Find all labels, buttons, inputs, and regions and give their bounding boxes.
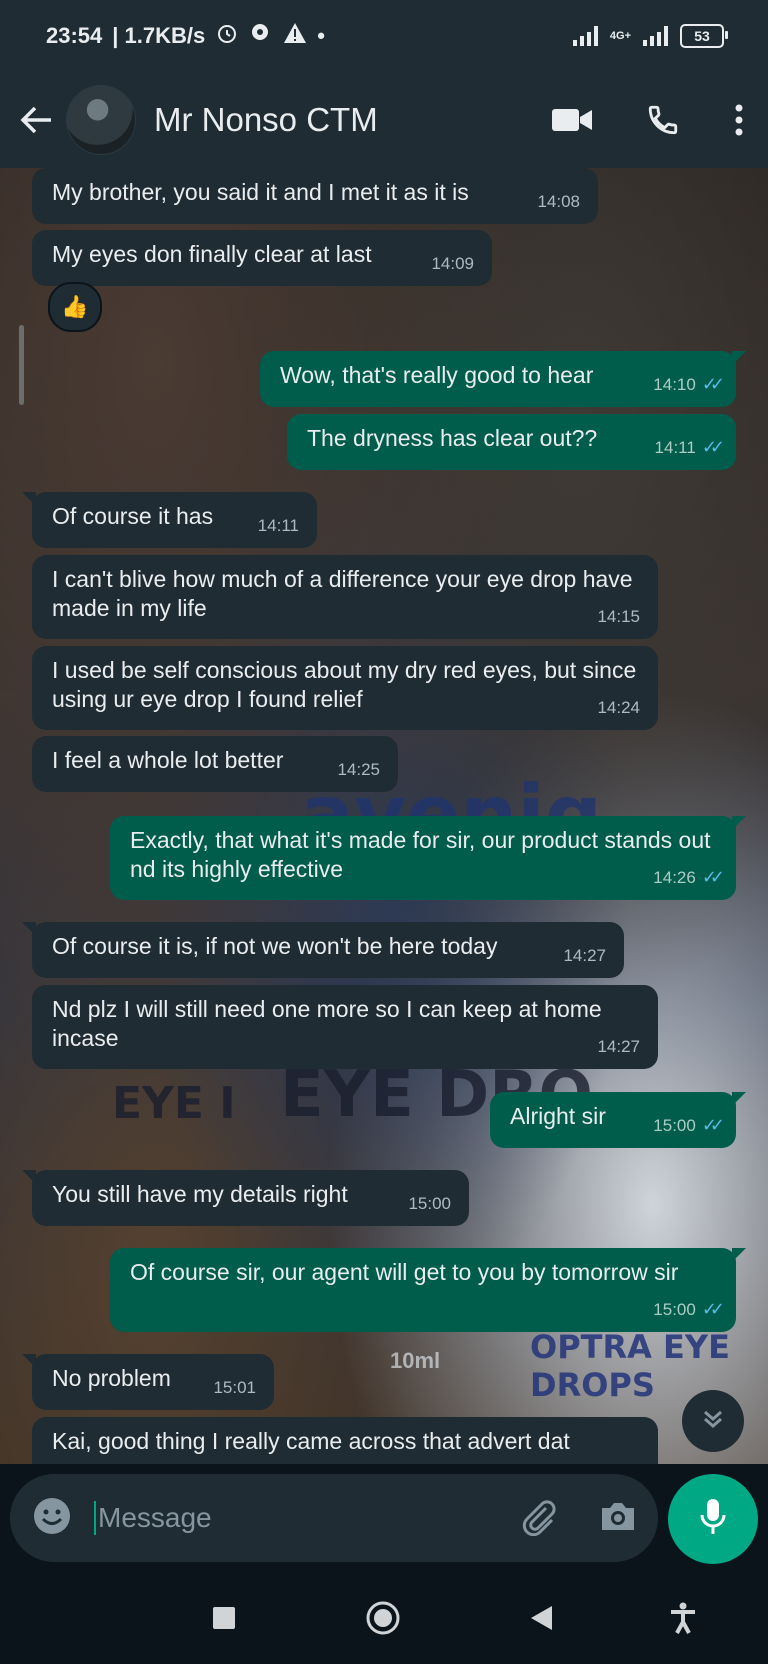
message-bubble[interactable]: No problem 15:01	[22, 1354, 274, 1410]
message-text: No problem	[52, 1365, 171, 1391]
message-bubble[interactable]: Of course it has 14:11	[22, 492, 317, 548]
scroll-to-bottom-button[interactable]	[682, 1390, 744, 1452]
message-bubble[interactable]: The dryness has clear out?? 14:11 ✓✓	[287, 414, 736, 470]
message-bubble[interactable]: I used be self conscious about my dry re…	[32, 646, 658, 730]
network-type: 4G+	[609, 30, 631, 42]
read-ticks-icon: ✓✓	[701, 867, 725, 887]
message-bubble[interactable]: My brother, you said it and I met it as …	[32, 168, 598, 224]
home-icon[interactable]	[363, 1598, 403, 1638]
message-composer	[10, 1474, 658, 1562]
signal-icon-2	[643, 26, 668, 46]
message-time: 14:24	[597, 698, 640, 717]
message-time: 14:11	[257, 516, 299, 535]
contact-name[interactable]: Mr Nonso CTM	[154, 101, 378, 139]
message-text: Of course sir, our agent will get to you…	[130, 1259, 679, 1285]
system-navigation-bar	[0, 1572, 768, 1664]
read-ticks-icon: ✓✓	[701, 1115, 725, 1135]
status-bar: 23:54 | 1.7KB/s • 4G+ 53	[0, 0, 768, 72]
message-bubble[interactable]: You still have my details right 15:00	[22, 1170, 469, 1226]
message-bubble[interactable]: My eyes don finally clear at last 14:09	[32, 230, 492, 286]
message-text: Nd plz I will still need one more so I c…	[52, 996, 602, 1051]
video-call-icon[interactable]	[552, 107, 592, 133]
accessibility-icon[interactable]	[663, 1598, 703, 1638]
avatar[interactable]	[66, 85, 136, 155]
signal-icon	[572, 26, 598, 46]
background-volume-text: 10ml	[390, 1348, 441, 1373]
battery-level: 53	[694, 28, 710, 44]
message-text: Wow, that's really good to hear	[280, 362, 594, 388]
message-time: 15:01	[213, 1378, 256, 1397]
message-text: You still have my details right	[52, 1181, 348, 1207]
message-text: Of course it is, if not we won't be here…	[52, 933, 498, 959]
message-time: 15:00 ✓✓	[653, 1111, 725, 1140]
status-time: 23:54	[46, 23, 103, 48]
message-time: 14:15	[597, 607, 640, 626]
read-ticks-icon: ✓✓	[701, 437, 725, 457]
attachment-icon[interactable]	[518, 1496, 558, 1541]
message-text: My brother, you said it and I met it as …	[52, 179, 469, 205]
thumbs-up-reaction-icon[interactable]: 👍	[48, 282, 102, 332]
back-nav-icon[interactable]	[521, 1598, 561, 1638]
message-bubble[interactable]: Of course it is, if not we won't be here…	[22, 922, 624, 978]
background-product-text-2: EYE I	[112, 1078, 236, 1129]
message-text: The dryness has clear out??	[307, 425, 598, 451]
message-text: I can't blive how much of a difference y…	[52, 566, 633, 621]
message-time: 14:25	[337, 760, 380, 779]
message-bubble[interactable]: I can't blive how much of a difference y…	[32, 555, 658, 639]
message-text: Exactly, that what it's made for sir, ou…	[130, 827, 711, 882]
message-text: I feel a whole lot better	[52, 747, 284, 773]
read-ticks-icon: ✓✓	[701, 1299, 725, 1319]
status-speed: | 1.7KB/s	[112, 23, 206, 48]
message-time: 14:26 ✓✓	[653, 863, 725, 892]
chat-header: Mr Nonso CTM	[0, 72, 768, 168]
message-time: 14:10 ✓✓	[653, 370, 725, 399]
microphone-icon	[698, 1497, 728, 1542]
phone-call-icon[interactable]	[646, 103, 680, 137]
message-text: Alright sir	[510, 1103, 606, 1129]
warning-icon	[283, 22, 307, 50]
message-text: Kai, good thing I really came across tha…	[52, 1428, 570, 1454]
message-time: 15:00	[408, 1194, 451, 1213]
back-arrow-icon[interactable]	[14, 105, 58, 135]
dot-icon: •	[317, 23, 325, 48]
voice-message-button[interactable]	[668, 1474, 758, 1564]
scrollbar[interactable]	[19, 325, 24, 405]
chevrons-down-icon	[700, 1406, 726, 1437]
alarm-icon	[215, 21, 239, 51]
message-time: 14:11 ✓✓	[655, 433, 726, 462]
message-bubble[interactable]: Kai, good thing I really came across tha…	[32, 1417, 658, 1464]
read-ticks-icon: ✓✓	[701, 374, 725, 394]
message-bubble[interactable]: Exactly, that what it's made for sir, ou…	[110, 816, 746, 900]
message-time: 15:00 ✓✓	[653, 1295, 725, 1324]
chat-bubble-icon	[249, 21, 273, 51]
background-label-text: OPTRA EYE DROPS	[530, 1328, 730, 1404]
battery-icon: 53	[680, 24, 728, 48]
message-time: 14:09	[431, 254, 474, 273]
message-bubble[interactable]: Alright sir 15:00 ✓✓	[490, 1092, 746, 1148]
camera-icon[interactable]	[598, 1498, 638, 1539]
message-bubble[interactable]: Of course sir, our agent will get to you…	[110, 1248, 746, 1332]
recent-apps-icon[interactable]	[204, 1598, 244, 1638]
message-time: 14:27	[563, 946, 606, 965]
message-bubble[interactable]: Nd plz I will still need one more so I c…	[32, 985, 658, 1069]
emoji-icon[interactable]	[32, 1496, 72, 1541]
message-bubble[interactable]: I feel a whole lot better 14:25	[32, 736, 398, 792]
message-text: I used be self conscious about my dry re…	[52, 657, 637, 712]
message-input[interactable]	[94, 1501, 508, 1535]
message-text: My eyes don finally clear at last	[52, 241, 372, 267]
more-options-icon[interactable]	[734, 104, 744, 136]
message-bubble[interactable]: Wow, that's really good to hear 14:10 ✓✓	[260, 351, 746, 407]
message-text: Of course it has	[52, 503, 214, 529]
message-time: 14:08	[537, 192, 580, 211]
chat-area[interactable]: aveniq EYE I EYE DRO 10ml OPTRA EYE DROP…	[0, 168, 768, 1464]
message-time: 14:27	[597, 1037, 640, 1056]
